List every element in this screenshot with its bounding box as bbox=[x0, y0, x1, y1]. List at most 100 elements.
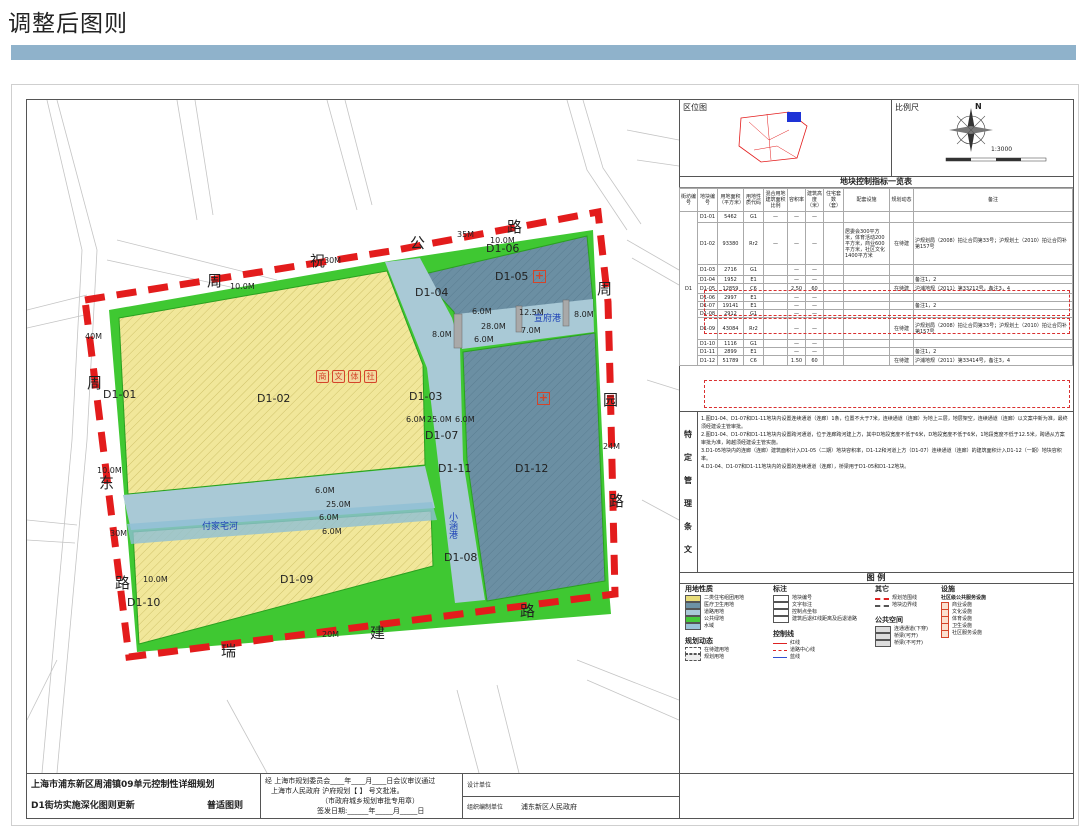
legend-swatch bbox=[685, 602, 701, 609]
table-title: 地块控制指标一览表 bbox=[679, 176, 1073, 188]
road-char: 东 bbox=[99, 474, 115, 492]
table-cell bbox=[843, 264, 890, 276]
legend-facilities-head: 设施 bbox=[941, 585, 955, 593]
width-label: 25.0M bbox=[427, 415, 452, 424]
plan-title: 上海市浦东新区周浦镇09单元控制性详细规划 bbox=[31, 780, 215, 790]
legend-item: 在待建用地 bbox=[685, 647, 765, 654]
table-cell: — bbox=[805, 347, 824, 356]
parcel-label: D1-12 bbox=[515, 462, 549, 475]
legend-swatch bbox=[773, 602, 789, 609]
plan-title-cell: 上海市浦东新区周浦镇09单元控制性详细规划 D1街坊实施深化图则更新 普适图则 bbox=[27, 774, 261, 819]
table-cell bbox=[889, 275, 914, 284]
legend-item: 道路用地 bbox=[685, 609, 765, 616]
width-label: 28.0M bbox=[481, 322, 506, 331]
legend-swatch bbox=[773, 643, 787, 644]
parcel-label: D1-10 bbox=[127, 596, 161, 609]
provision-line: 2.图D1-04、D1-07和D1-11地块内设置跨河通道，位于连廊跨河建上方，… bbox=[701, 432, 1065, 446]
legend-label: 在待建用地 bbox=[704, 647, 730, 653]
width-label: 6.0M bbox=[319, 513, 339, 522]
provisions-label-char: 条 bbox=[684, 521, 692, 531]
table-header-cell: 配套设施 bbox=[843, 188, 890, 212]
legend-facilities: 设施 社区级公共服务设施 商业设施 文化设施 体育设施 卫生设施 社区服务设施 bbox=[941, 585, 1067, 638]
width-label: 6.0M bbox=[474, 335, 494, 344]
width-label: 10.0M bbox=[97, 466, 122, 475]
designer-label: 设计单位 bbox=[467, 782, 492, 789]
table-cell: G1 bbox=[743, 211, 764, 223]
legend-swatch bbox=[685, 654, 701, 661]
legend-swatch bbox=[875, 597, 889, 600]
width-label: 8.0M bbox=[574, 310, 594, 319]
legend-label: 二类住宅组团用地 bbox=[704, 595, 745, 601]
table-cell: — bbox=[787, 211, 806, 223]
table-cell: 在待建 bbox=[889, 222, 914, 265]
page-title: 调整后图则 bbox=[8, 11, 128, 37]
table-cell bbox=[823, 339, 844, 348]
parcel-label: D1-05 bbox=[495, 270, 529, 283]
map-area[interactable]: 祝 公 路 周 周 东 路 周 园 路 瑞 建 路 D1-01 D1-02 D1… bbox=[27, 100, 680, 773]
legend-item: 道路中心线 bbox=[773, 647, 873, 654]
approval-line: 签发日期:______年_____月_____日 bbox=[317, 807, 425, 815]
table-cell bbox=[889, 211, 914, 223]
legend-item: 红线 bbox=[773, 640, 873, 647]
info-panel: 区位图 比例尺 N 1:3000 地块控制指标一览表 街坊编号 地块编号 用地面… bbox=[679, 100, 1073, 773]
table-cell: 1116 bbox=[717, 339, 744, 348]
provision-line: 3.D1-05地块内的连廊（连廊）建筑面积计入D1-05（二期）地块容积率，D1… bbox=[701, 448, 1062, 462]
road-char: 路 bbox=[507, 218, 523, 236]
road-char: 园 bbox=[603, 391, 619, 409]
legend-label: 水域 bbox=[704, 623, 715, 629]
table-cell bbox=[763, 275, 788, 284]
table-cell bbox=[889, 264, 914, 276]
table-cell bbox=[763, 355, 788, 366]
legend-item: 地块编号 bbox=[773, 595, 873, 602]
table-row: D1-11 2899 E1 — — 备注1，2 bbox=[680, 347, 1073, 356]
table-header-cell: 建筑高度（米） bbox=[805, 188, 824, 212]
river-label: 小涵港 bbox=[447, 512, 457, 539]
table-cell: E1 bbox=[743, 347, 764, 356]
table-cell bbox=[913, 339, 1073, 348]
legend-landuse: 用地性质 二类住宅组团用地 医疗卫生用地 道路用地 公共绿地 水域 规划动态 在待建用地… bbox=[685, 586, 765, 661]
legend-label: 卫生设施 bbox=[952, 623, 973, 629]
provision-line: 1.图D1-04、D1-07和D1-11地块内设置连续通道（连廊）1条，位置不大… bbox=[701, 416, 1068, 430]
legend-swatch bbox=[685, 609, 701, 616]
parcel-label: D1-09 bbox=[280, 573, 314, 586]
kpi-table: 街坊编号 地块编号 用地面积（平方米） 用地性质代码 混合用地建筑面积比例 容积率 建筑高度… bbox=[679, 188, 1073, 366]
table-cell: 1.50 bbox=[787, 355, 806, 366]
plan-sheet: 祝 公 路 周 周 东 路 周 园 路 瑞 建 路 D1-01 D1-02 D1… bbox=[26, 99, 1074, 819]
legend-other: 其它 规划范围线 地块边界线 公共空间 连通通道(下穿) 桥梁(可开) 桥梁(不可开) bbox=[875, 586, 939, 647]
legend-item: 控制点坐标 bbox=[773, 609, 873, 616]
compass-rose bbox=[945, 108, 1047, 162]
legend-label: 文字标注 bbox=[792, 602, 813, 608]
table-header-cell: 备注 bbox=[913, 188, 1073, 212]
table-cell: Rr2 bbox=[743, 222, 764, 265]
table-cell: 沪规划局（2008）拍让合同第33号；沪规划土（2010）拍让合同补第157号 bbox=[913, 222, 1073, 265]
legend-landuse-head: 用地性质 bbox=[685, 585, 713, 593]
table-cell: — bbox=[787, 222, 806, 265]
table-cell: G1 bbox=[743, 339, 764, 348]
table-cell bbox=[889, 339, 914, 348]
map-svg bbox=[27, 100, 679, 773]
width-label: 20M bbox=[322, 630, 340, 639]
sport-icon: 体 bbox=[348, 370, 361, 383]
hospital-icon: + bbox=[537, 391, 550, 405]
table-cell bbox=[843, 211, 890, 223]
table-cell bbox=[823, 347, 844, 356]
legend-swatch bbox=[773, 595, 789, 602]
table-cell: — bbox=[787, 339, 806, 348]
road-char: 路 bbox=[609, 492, 625, 510]
title-banner bbox=[11, 45, 1076, 60]
road-char: 周 bbox=[597, 280, 613, 298]
table-cell: 2899 bbox=[717, 347, 744, 356]
scale-panel: 比例尺 N 1:3000 bbox=[891, 100, 1073, 177]
table-cell: C6 bbox=[743, 355, 764, 366]
table-header-cell: 地块编号 bbox=[697, 188, 718, 212]
table-cell bbox=[843, 275, 890, 284]
table-header-cell: 用地面积（平方米） bbox=[717, 188, 744, 212]
table-cell: D1-10 bbox=[697, 339, 718, 348]
legend-swatch bbox=[773, 657, 787, 658]
parcel-label: D1-01 bbox=[103, 388, 137, 401]
table-header-cell: 容积率 bbox=[787, 188, 806, 212]
legend-title: 图 例 bbox=[679, 572, 1073, 584]
legend-label: 蓝线 bbox=[790, 654, 801, 660]
parcel-label: D1-03 bbox=[409, 390, 443, 403]
community-icon: 社 bbox=[364, 370, 377, 383]
